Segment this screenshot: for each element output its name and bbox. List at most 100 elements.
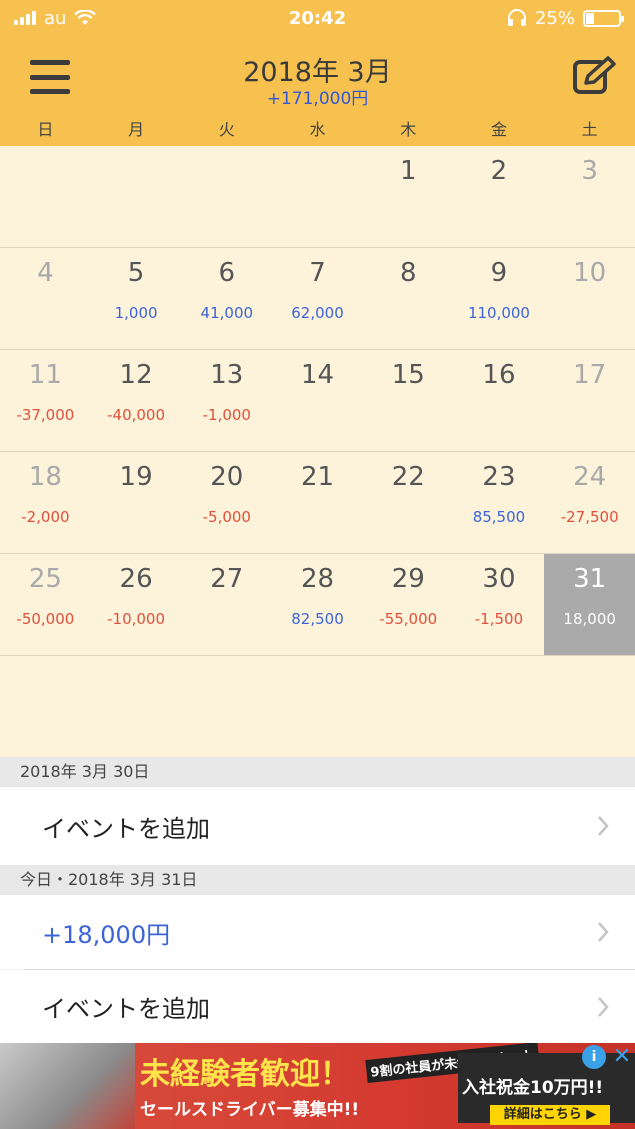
weekday-label: 火 — [218, 120, 235, 139]
day-number: 20 — [210, 462, 244, 492]
day-number: 5 — [127, 258, 145, 288]
day-number: 4 — [37, 258, 54, 288]
day-number: 10 — [573, 258, 607, 288]
calendar-day-cell[interactable]: 21 — [272, 452, 363, 553]
day-amount: -55,000 — [379, 610, 438, 628]
day-number: 11 — [28, 360, 62, 390]
day-number: 19 — [119, 462, 153, 492]
chevron-right-icon — [598, 922, 609, 942]
add-event-label: イベントを追加 — [42, 814, 210, 843]
day-amount: -40,000 — [107, 406, 166, 424]
day-number: 25 — [28, 564, 62, 594]
day-number — [91, 146, 182, 190]
status-bar: au 20:42 25% — [0, 0, 635, 36]
carrier-label: au — [44, 7, 67, 29]
calendar-day-cell[interactable]: 12 -40,000 — [91, 350, 182, 451]
day-number: 2 — [490, 156, 508, 186]
day-number — [0, 146, 91, 190]
calendar-week-row: 4 5 1,000 6 41,000 7 62,000 8 9 110,000 10 — [0, 248, 635, 350]
calendar-day-cell[interactable]: 17 — [544, 350, 635, 451]
calendar-day-cell[interactable]: 14 — [272, 350, 363, 451]
ad-subline: セールスドライバー募集中!! — [140, 1100, 360, 1120]
day-number — [272, 146, 363, 190]
day-amount: -5,000 — [202, 508, 251, 526]
day-number: 28 — [300, 564, 335, 594]
calendar-week-row: 18 -2,000 19 20 -5,000 21 22 23 85,500 24 -27,500 — [0, 452, 635, 554]
calendar-day-cell[interactable]: 26 -10,000 — [91, 554, 182, 655]
calendar-day-cell[interactable]: 1 — [363, 146, 454, 247]
calendar-day-cell[interactable]: 4 — [0, 248, 91, 349]
calendar-day-cell[interactable]: 28 82,500 — [272, 554, 363, 655]
day-number: 12 — [119, 360, 153, 390]
month-total: +171,000円 — [266, 89, 369, 109]
day-number: 26 — [119, 564, 153, 594]
day-number: 14 — [300, 360, 335, 390]
calendar-day-cell[interactable]: 6 41,000 — [181, 248, 272, 349]
weekday-label: 土 — [581, 120, 598, 139]
headphones-icon — [507, 9, 526, 26]
add-event-row-today[interactable]: イベントを追加 — [0, 970, 635, 1043]
chevron-right-icon — [598, 816, 609, 836]
weekday-label: 月 — [128, 120, 145, 139]
section-header-today: 今日・2018年 3月 31日 — [0, 865, 635, 895]
calendar-day-cell[interactable]: 10 — [544, 248, 635, 349]
calendar-day-cell[interactable]: 2 — [454, 146, 545, 247]
calendar-day-cell[interactable]: 3 — [544, 146, 635, 247]
calendar-day-cell[interactable]: 15 — [363, 350, 454, 451]
day-number: 9 — [490, 258, 508, 288]
income-event-row[interactable]: +18,000円 — [0, 895, 635, 969]
calendar-day-cell[interactable]: 9 110,000 — [454, 248, 545, 349]
calendar-empty-cell — [181, 146, 272, 247]
battery-percent: 25% — [534, 7, 575, 29]
calendar-day-cell[interactable]: 22 — [363, 452, 454, 553]
ad-offer: 入社祝金10万円!! — [462, 1078, 604, 1098]
day-amount: -10,000 — [107, 610, 166, 628]
calendar-day-cell[interactable]: 31 18,000 — [544, 554, 635, 655]
calendar-day-cell[interactable]: 27 — [181, 554, 272, 655]
day-amount: 62,000 — [291, 304, 344, 322]
calendar-day-cell[interactable]: 11 -37,000 — [0, 350, 91, 451]
calendar-day-cell[interactable]: 5 1,000 — [91, 248, 182, 349]
ad-cta-button[interactable]: 詳細はこちら ▶ — [490, 1105, 610, 1125]
ad-banner[interactable]: 未経験者歓迎！ 9割の社員が未経験スタート セールスドライバー募集中!! 入社祝… — [0, 1043, 635, 1129]
calendar-day-cell[interactable]: 23 85,500 — [454, 452, 545, 553]
calendar-day-cell[interactable]: 24 -27,500 — [544, 452, 635, 553]
calendar-grid: 1 2 3 4 5 1,000 6 41,000 7 62,000 8 9 110,000 10 11 -37… — [0, 146, 635, 757]
day-amount: -1,000 — [202, 406, 251, 424]
day-amount: 1,000 — [114, 304, 158, 322]
calendar-day-cell[interactable]: 30 -1,500 — [454, 554, 545, 655]
weekday-label: 金 — [490, 120, 507, 139]
add-event-row[interactable]: イベントを追加 — [0, 787, 635, 865]
calendar-week-row: 1 2 3 — [0, 146, 635, 248]
day-amount: 110,000 — [467, 304, 530, 322]
weekday-label: 水 — [309, 120, 326, 139]
ad-info-icon[interactable]: i — [582, 1045, 606, 1069]
chevron-right-icon — [598, 996, 609, 1017]
calendar-day-cell[interactable]: 7 62,000 — [272, 248, 363, 349]
day-number: 30 — [482, 564, 516, 594]
day-number: 21 — [300, 462, 335, 492]
calendar-day-cell[interactable]: 25 -50,000 — [0, 554, 91, 655]
day-number: 7 — [309, 258, 326, 288]
wifi-icon — [74, 10, 97, 25]
calendar-day-cell[interactable]: 19 — [91, 452, 182, 553]
calendar-day-cell[interactable]: 13 -1,000 — [181, 350, 272, 451]
compose-edit-icon[interactable] — [572, 56, 618, 96]
calendar-empty-cell — [91, 146, 182, 247]
calendar-day-cell[interactable]: 16 — [454, 350, 545, 451]
day-number: 15 — [391, 360, 425, 390]
ad-close-icon[interactable]: ✕ — [610, 1045, 634, 1069]
day-number: 18 — [28, 462, 62, 492]
calendar-day-cell[interactable]: 20 -5,000 — [181, 452, 272, 553]
day-number: 1 — [399, 156, 417, 186]
weekday-label: 日 — [37, 120, 54, 139]
calendar-day-cell[interactable]: 18 -2,000 — [0, 452, 91, 553]
calendar-day-cell[interactable]: 29 -55,000 — [363, 554, 454, 655]
weekday-header: 日月火水木金土 — [0, 116, 635, 146]
day-number: 24 — [573, 462, 607, 492]
calendar-day-cell[interactable]: 8 — [363, 248, 454, 349]
ad-headline: 未経験者歓迎！ — [140, 1057, 350, 1092]
calendar-week-row: 11 -37,000 12 -40,000 13 -1,000 14 15 16 17 — [0, 350, 635, 452]
day-amount: -1,500 — [474, 610, 524, 628]
day-number: 22 — [391, 462, 425, 492]
